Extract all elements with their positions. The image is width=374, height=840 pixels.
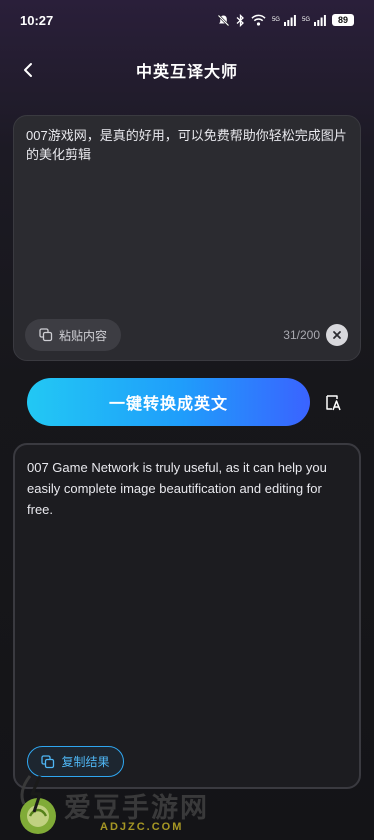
wifi-icon [251,14,266,26]
copy-button-label: 复制结果 [61,755,110,769]
network-label-1: 5G [271,17,280,23]
status-time: 10:27 [20,12,54,28]
close-icon [333,331,341,339]
signal-icon-2 [314,14,326,26]
paste-icon [39,328,53,342]
watermark-title: 爱豆手游网 [64,793,209,823]
status-bar: 10:27 5G 5G 89 [0,0,374,40]
swap-language-button[interactable] [322,391,346,415]
page-title: 中英互译大师 [135,64,238,81]
char-count: 31/200 [283,328,320,342]
header: 中英互译大师 [0,50,374,90]
chevron-left-icon [24,63,32,77]
source-text-input[interactable]: 007游戏网，是真的好用，可以免费帮助你轻松完成图片的美化剪辑 [26,126,348,164]
battery-icon: 89 [332,14,354,26]
network-label-2: 5G [301,17,310,23]
bluetooth-icon [236,13,244,27]
paste-button[interactable]: 粘贴内容 [25,319,121,351]
paste-button-label: 粘贴内容 [58,328,107,343]
mute-bell-icon [217,14,230,26]
status-icons: 5G 5G 89 [217,13,354,27]
watermark: 爱豆手游网 ADJZC.COM [12,772,252,836]
source-text-card[interactable]: 007游戏网，是真的好用，可以免费帮助你轻松完成图片的美化剪辑 粘贴内容 31/… [13,115,361,361]
convert-button-label: 一键转换成英文 [108,396,228,413]
back-button[interactable] [14,58,42,82]
clear-button[interactable] [326,324,348,346]
watermark-domain: ADJZC.COM [100,821,184,833]
signal-icon-1 [283,14,296,26]
convert-to-english-button[interactable]: 一键转换成英文 [27,378,310,426]
copy-icon [41,754,55,768]
watermark-logo-icon [20,775,56,834]
battery-level: 89 [337,15,348,25]
translation-result-card: 007 Game Network is truly useful, as it … [13,443,361,789]
translation-result-text: 007 Game Network is truly useful, as it … [27,460,327,517]
translate-swap-icon [326,395,341,411]
